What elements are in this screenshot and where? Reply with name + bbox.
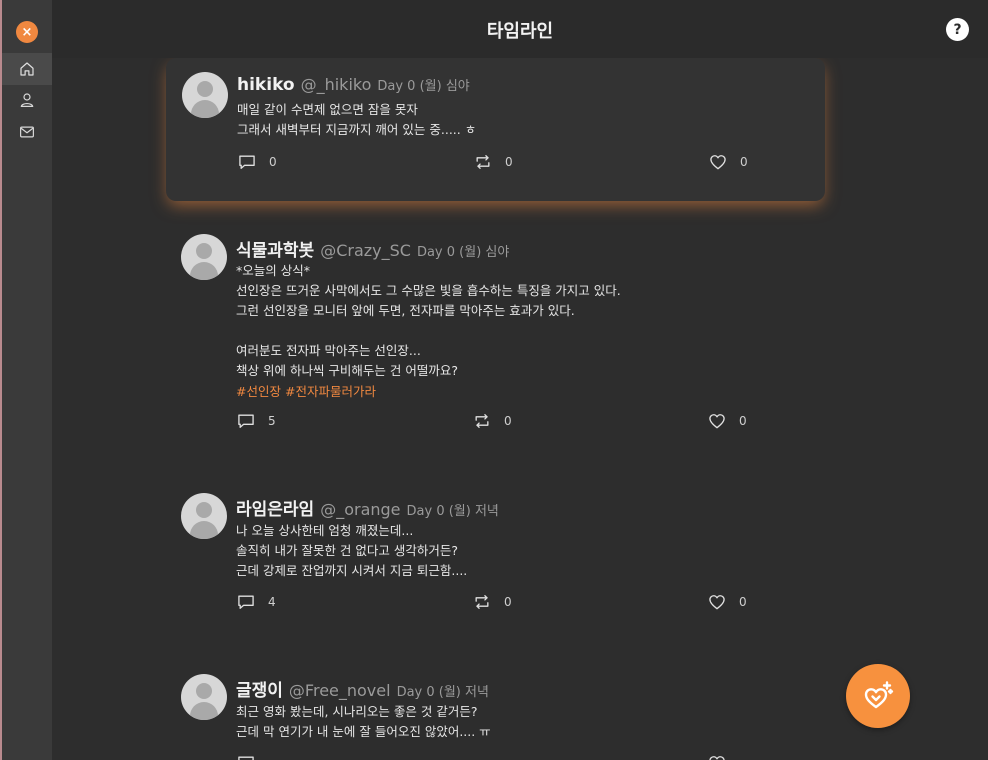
post-text: *오늘의 상식* 선인장은 뜨거운 사막에서도 그 수많은 빛을 흡수하는 특징… — [236, 263, 621, 378]
author-handle[interactable]: @Free_novel — [289, 681, 391, 700]
page-title: 타임라인 — [486, 21, 554, 42]
post-text: 최근 영화 봤는데, 시나리오는 좋은 것 같거든? 근데 막 연기가 내 눈에… — [236, 704, 491, 739]
post-card[interactable]: hikiko @_hikiko Day 0 (월) 심야 매일 같이 수면제 없으면… — [166, 58, 825, 201]
avatar[interactable] — [182, 72, 228, 118]
retweet-icon — [475, 595, 489, 609]
reply-button[interactable]: 0 — [237, 152, 277, 172]
reply-button[interactable] — [236, 753, 256, 760]
author-name[interactable]: hikiko — [237, 75, 295, 95]
post-header: 글쟁이 @Free_novel Day 0 (월) 저녁 — [236, 676, 489, 701]
hashtag-list: #선인장 #전자파물러가라 — [236, 381, 380, 400]
retweet-icon — [475, 414, 489, 428]
top-bar: 타임라인 ? — [52, 0, 988, 58]
retweet-count: 0 — [504, 414, 512, 428]
retweet-button[interactable]: 0 — [472, 592, 512, 612]
post-card[interactable]: 라임은라임 @_orange Day 0 (월) 저녁 나 오늘 상사한테 엄청 깨… — [165, 478, 825, 618]
like-button[interactable]: 0 — [707, 592, 747, 612]
post-header: 식물과학봇 @Crazy_SC Day 0 (월) 심야 — [236, 236, 509, 261]
like-button[interactable] — [707, 753, 727, 760]
mail-icon — [20, 126, 34, 138]
hashtag-link[interactable]: #선인장 — [236, 384, 281, 399]
author-name[interactable]: 라임은라임 — [236, 500, 314, 520]
timeline-feed[interactable]: hikiko @_hikiko Day 0 (월) 심야 매일 같이 수면제 없으면… — [52, 58, 988, 760]
avatar[interactable] — [181, 493, 227, 539]
author-name[interactable]: 글쟁이 — [236, 681, 283, 701]
author-handle[interactable]: @_hikiko — [301, 75, 372, 94]
like-button[interactable]: 0 — [708, 152, 748, 172]
like-count: 0 — [739, 595, 747, 609]
hashtag-link[interactable]: #전자파물러가라 — [285, 384, 376, 399]
comment-icon — [238, 414, 254, 428]
sidebar: × — [2, 0, 52, 760]
author-handle[interactable]: @Crazy_SC — [320, 241, 411, 260]
sidebar-item-profile[interactable] — [2, 84, 52, 116]
post-header: hikiko @_hikiko Day 0 (월) 심야 — [237, 75, 470, 95]
post-time: Day 0 (월) 저녁 — [406, 504, 499, 519]
heart-icon — [709, 756, 725, 760]
reply-count: 0 — [269, 155, 277, 169]
post-time: Day 0 (월) 저녁 — [396, 685, 489, 700]
post-card[interactable]: 글쟁이 @Free_novel Day 0 (월) 저녁 최근 영화 봤는데, 시나… — [165, 658, 825, 760]
comment-icon — [238, 595, 254, 609]
author-handle[interactable]: @_orange — [320, 500, 400, 519]
retweet-button[interactable]: 0 — [473, 152, 513, 172]
main-area: 타임라인 ? hikiko @_hikiko Day 0 (월) 심야 매일 같이 … — [52, 0, 988, 760]
post-card[interactable]: 식물과학봇 @Crazy_SC Day 0 (월) 심야 *오늘의 상식* 선인장은… — [165, 218, 825, 448]
like-count: 0 — [739, 414, 747, 428]
retweet-button[interactable]: 0 — [472, 411, 512, 431]
help-button[interactable]: ? — [946, 18, 969, 41]
comment-icon — [239, 155, 255, 169]
sidebar-item-messages[interactable] — [2, 116, 52, 148]
reply-count: 5 — [268, 414, 276, 428]
home-icon — [20, 62, 34, 76]
avatar[interactable] — [181, 674, 227, 720]
reply-button[interactable]: 5 — [236, 411, 276, 431]
retweet-count: 0 — [505, 155, 513, 169]
heart-icon — [709, 414, 725, 429]
compose-fab-button[interactable] — [846, 664, 910, 728]
retweet-icon — [476, 155, 490, 169]
post-time: Day 0 (월) 심야 — [377, 79, 470, 94]
heart-icon — [709, 595, 725, 610]
avatar[interactable] — [181, 234, 227, 280]
like-button[interactable]: 0 — [707, 411, 747, 431]
reply-count: 4 — [268, 595, 276, 609]
close-button[interactable]: × — [16, 21, 38, 43]
sidebar-item-home[interactable] — [2, 53, 52, 85]
reply-button[interactable]: 4 — [236, 592, 276, 612]
post-time: Day 0 (월) 심야 — [416, 245, 510, 260]
comment-icon — [238, 756, 254, 760]
profile-icon — [20, 93, 34, 107]
author-name[interactable]: 식물과학봇 — [236, 241, 314, 261]
app-window: × 타임라인 ? hikiko @_hikiko Day 0 (월) 심야 매일… — [0, 0, 988, 760]
heart-icon — [710, 155, 726, 170]
post-text: 매일 같이 수면제 없으면 잠을 못자 그래서 새벽부터 지금까지 깨어 있는 … — [237, 102, 477, 137]
like-count: 0 — [740, 155, 748, 169]
retweet-count: 0 — [504, 595, 512, 609]
post-text: 나 오늘 상사한테 엄청 깨졌는데... 솔직히 내가 잘못한 건 없다고 생각… — [236, 523, 468, 578]
heart-sparkle-icon — [864, 681, 894, 709]
post-header: 라임은라임 @_orange Day 0 (월) 저녁 — [236, 495, 499, 520]
